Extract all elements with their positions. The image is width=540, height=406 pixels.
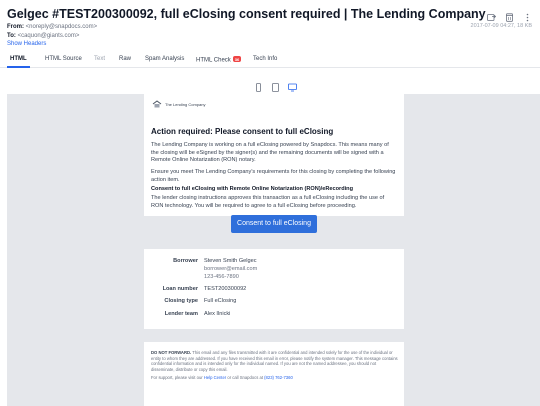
footer-card: DO NOT FORWARD. This email and any files… [144, 342, 404, 406]
from-value: <noreply@snapdocs.com> [25, 24, 98, 30]
intro-paragraph: The Lending Company is working on a full… [151, 142, 389, 163]
instructions-paragraph: The lender closing instructions approves… [151, 195, 385, 209]
more-icon[interactable] [523, 9, 532, 22]
to-label: To: [7, 32, 16, 39]
tab-html-check[interactable]: HTML Check 36 [196, 56, 242, 64]
active-tab-indicator [7, 66, 30, 68]
footer-warning: DO NOT FORWARD. [151, 350, 192, 355]
details-card: Borrower Steven Smith Gelgec borrower@em… [144, 249, 404, 329]
borrower-email: borrower@email.com [204, 266, 258, 272]
borrower-name: Steven Smith Gelgec [204, 258, 257, 264]
tab-tech-info[interactable]: Tech Info [253, 56, 277, 62]
to-value: <caquon@giants.com> [17, 32, 80, 39]
view-tabs: HTML HTML Source Text Raw Spam Analysis … [0, 52, 540, 68]
support-middle: or call Snapdocs at [226, 375, 265, 381]
tablet-icon[interactable] [271, 79, 280, 92]
support-line: For support, please visit our Help Cente… [151, 375, 399, 381]
lender-label: Lender team [164, 311, 198, 317]
requirements-paragraph: Ensure you meet The Lending Company's re… [151, 169, 396, 183]
loan-label: Loan number [162, 286, 198, 292]
from-row: From: <noreply@snapdocs.com> [7, 23, 97, 32]
device-toggle [254, 79, 297, 92]
support-phone-link[interactable]: (823) 762-7360 [264, 375, 293, 380]
company-logo: The Lending Company [152, 100, 205, 108]
lender-value: Alex Ilnicki [204, 311, 231, 317]
to-row: To: <caquon@giants.com> [7, 32, 97, 41]
tab-html[interactable]: HTML [10, 56, 27, 62]
borrower-label: Borrower [173, 258, 198, 264]
action-heading: Consent to full eClosing with Remote Onl… [151, 185, 354, 192]
desktop-icon[interactable] [288, 79, 297, 92]
email-subject: Gelgec #TEST200300092, full eClosing con… [7, 7, 486, 21]
tab-spam-analysis[interactable]: Spam Analysis [145, 56, 184, 62]
consent-button[interactable]: Consent to full eClosing [231, 215, 317, 233]
date-size: 2017-07-09 04:27, 18 KB [470, 23, 532, 29]
email-meta: From: <noreply@snapdocs.com> To: <caquon… [7, 23, 97, 40]
tab-text[interactable]: Text [94, 56, 105, 62]
tab-html-source[interactable]: HTML Source [45, 56, 82, 62]
borrower-phone: 123-456-7890 [204, 274, 239, 280]
closing-value: Full eClosing [204, 298, 237, 304]
message-card: The Lending Company Action required: Ple… [144, 94, 404, 233]
html-check-badge: 36 [232, 56, 242, 62]
trash-icon[interactable] [505, 9, 514, 22]
loan-value: TEST200300092 [204, 286, 247, 292]
support-prefix: For support, please visit our [151, 375, 204, 381]
phone-icon[interactable] [254, 79, 263, 92]
logo-text: The Lending Company [165, 101, 206, 107]
footer-text: DO NOT FORWARD. This email and any files… [151, 350, 399, 381]
house-icon [152, 100, 162, 108]
email-preview: The Lending Company Action required: Ple… [7, 94, 540, 406]
forward-icon[interactable] [487, 9, 497, 21]
tab-html-check-label: HTML Check [196, 57, 231, 64]
show-headers-link[interactable]: Show Headers [7, 41, 46, 47]
help-center-link[interactable]: Help Center [204, 375, 226, 380]
message-title: Action required: Please consent to full … [151, 127, 334, 136]
toolbar-icons [487, 9, 532, 22]
closing-label: Closing type [164, 298, 198, 304]
tab-raw[interactable]: Raw [119, 56, 131, 62]
from-label: From: [7, 24, 24, 30]
